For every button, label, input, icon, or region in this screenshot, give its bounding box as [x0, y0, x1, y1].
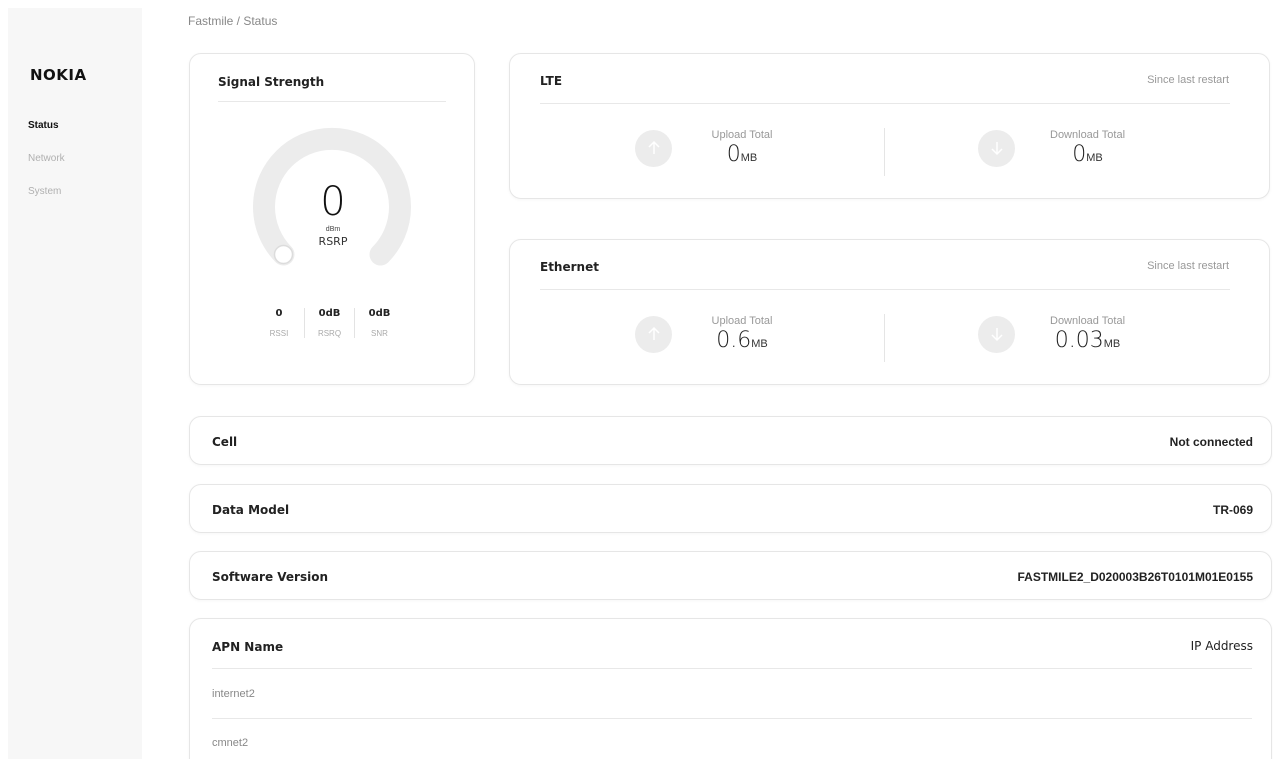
- data-model-title: Data Model: [212, 503, 290, 517]
- sidebar-item-status[interactable]: Status: [28, 120, 65, 131]
- ethernet-upload-label: Upload Total: [711, 315, 773, 327]
- gauge-knob: [273, 244, 294, 265]
- divider: [884, 128, 885, 176]
- rsrp-label: RSRP: [318, 235, 348, 248]
- breadcrumb: Fastmile / Status: [188, 14, 278, 28]
- signal-metrics: 0 RSSI 0dB RSRQ 0dB SNR: [254, 308, 404, 338]
- ethernet-download-value: 0.03: [1054, 328, 1104, 353]
- ethernet-upload: Upload Total 0.6MB: [635, 315, 777, 353]
- rsrq-value: 0dB: [318, 308, 341, 319]
- lte-upload-value: 0: [726, 142, 741, 167]
- ethernet-since-label: Since last restart: [1147, 260, 1229, 272]
- ethernet-download: Download Total 0.03MB: [978, 315, 1125, 353]
- lte-upload: Upload Total 0MB: [635, 129, 777, 167]
- divider: [540, 289, 1230, 290]
- cell-title: Cell: [212, 435, 238, 449]
- lte-download-unit: MB: [1086, 152, 1103, 164]
- lte-card: LTE Since last restart Upload Total 0MB …: [509, 53, 1270, 199]
- apn-name-header: APN Name: [212, 640, 284, 654]
- lte-since-label: Since last restart: [1147, 74, 1229, 86]
- sidebar: NOKIA Status Network System: [8, 8, 142, 759]
- metric-rsrq: 0dB RSRQ: [304, 308, 354, 338]
- data-model-card: Data Model TR-069: [189, 484, 1272, 533]
- rssi-value: 0: [275, 308, 283, 319]
- divider: [218, 101, 446, 102]
- ethernet-title: Ethernet: [540, 260, 599, 274]
- divider: [212, 668, 1252, 669]
- apn-row: cmnet2: [212, 737, 249, 749]
- software-version-value: FASTMILE2_D020003B26T0101M01E0155: [1017, 570, 1253, 584]
- arrow-up-icon: [635, 315, 672, 353]
- lte-download-label: Download Total: [1050, 129, 1126, 141]
- apn-row: internet2: [212, 688, 255, 700]
- sidebar-item-system[interactable]: System: [28, 186, 65, 197]
- divider: [212, 718, 1252, 719]
- cell-status: Not connected: [1169, 435, 1253, 449]
- arrow-down-icon: [978, 315, 1015, 353]
- lte-download: Download Total 0MB: [978, 129, 1125, 167]
- ethernet-upload-value: 0.6: [716, 328, 752, 353]
- snr-label: SNR: [371, 329, 388, 338]
- sidebar-item-network[interactable]: Network: [28, 153, 65, 164]
- metric-rssi: 0 RSSI: [254, 308, 304, 338]
- apn-card: APN Name IP Address internet2 cmnet2: [189, 618, 1272, 759]
- rssi-label: RSSI: [269, 329, 289, 338]
- snr-value: 0dB: [368, 308, 391, 319]
- data-model-value: TR-069: [1212, 503, 1253, 517]
- nokia-logo: NOKIA: [30, 66, 87, 84]
- signal-strength-card: Signal Strength 0 dBm RSRP 0 RSSI 0dB RS…: [189, 53, 475, 385]
- software-version-title: Software Version: [212, 570, 328, 584]
- ethernet-card: Ethernet Since last restart Upload Total…: [509, 239, 1270, 385]
- lte-title: LTE: [540, 74, 563, 88]
- ip-address-header: IP Address: [1190, 639, 1253, 653]
- sidebar-nav: Status Network System: [28, 120, 65, 219]
- lte-upload-unit: MB: [740, 152, 758, 164]
- divider: [540, 103, 1230, 104]
- signal-strength-title: Signal Strength: [218, 75, 325, 89]
- divider: [884, 314, 885, 362]
- rsrp-value: 0: [320, 179, 346, 225]
- software-version-card: Software Version FASTMILE2_D020003B26T01…: [189, 551, 1272, 600]
- arrow-down-icon: [978, 129, 1015, 167]
- lte-download-value: 0: [1072, 142, 1087, 167]
- ethernet-download-label: Download Total: [1050, 315, 1126, 327]
- lte-upload-label: Upload Total: [711, 129, 773, 141]
- rsrq-label: RSRQ: [317, 329, 342, 338]
- arrow-up-icon: [635, 129, 672, 167]
- rsrp-unit: dBm: [325, 226, 341, 233]
- ethernet-download-unit: MB: [1103, 338, 1121, 350]
- metric-snr: 0dB SNR: [354, 308, 404, 338]
- cell-card: Cell Not connected: [189, 416, 1272, 465]
- ethernet-upload-unit: MB: [751, 338, 768, 350]
